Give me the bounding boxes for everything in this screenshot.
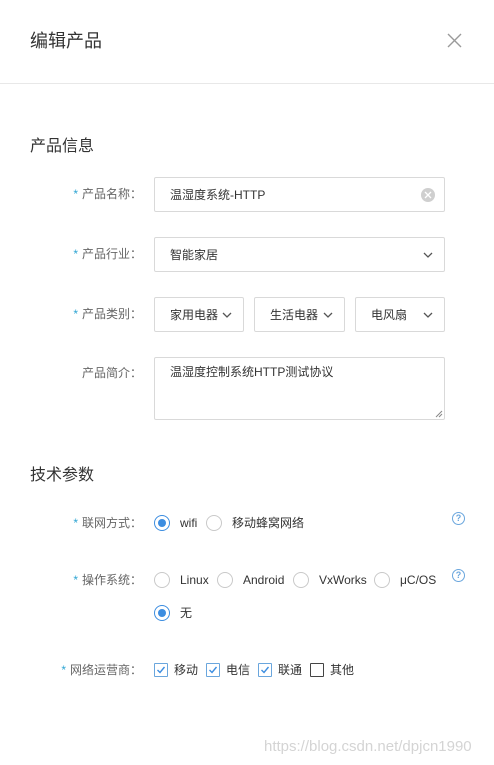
radio-os-ucos[interactable]: [374, 572, 390, 588]
product-industry-label: * 产品行业：: [0, 246, 142, 262]
category-level1-select[interactable]: 家用电器: [154, 297, 244, 332]
carrier-label: * 网络运营商：: [0, 662, 142, 678]
radio-os-ucos-label[interactable]: μC/OS: [400, 572, 436, 588]
radio-network-wifi-label[interactable]: wifi: [180, 515, 197, 531]
product-industry-label-text: 产品行业：: [81, 247, 142, 261]
chevron-down-icon: [323, 312, 333, 318]
watermark: https://blog.csdn.net/dpjcn1990: [264, 738, 472, 755]
checkbox-carrier-other[interactable]: [310, 663, 324, 677]
edit-product-dialog: 编辑产品 产品信息 * 产品名称： 温湿度系统-HTTP * 产品行业： 智能家居 …: [0, 0, 494, 765]
radio-os-linux[interactable]: [154, 572, 170, 588]
radio-os-linux-label[interactable]: Linux: [180, 572, 209, 588]
checkbox-carrier-other-label[interactable]: 其他: [330, 662, 354, 678]
radio-os-none[interactable]: [154, 605, 170, 621]
chevron-down-icon: [423, 312, 433, 318]
category-level2-value: 生活电器: [270, 307, 319, 322]
required-mark: *: [73, 307, 78, 321]
radio-os-none-label[interactable]: 无: [180, 605, 192, 621]
required-mark: *: [73, 187, 78, 201]
required-mark: *: [61, 663, 66, 677]
section-title-product-info: 产品信息: [30, 138, 95, 155]
help-icon[interactable]: ?: [452, 512, 465, 525]
category-level3-value: 电风扇: [371, 307, 408, 322]
required-mark: *: [73, 247, 78, 261]
product-intro-textarea[interactable]: 温湿度控制系统HTTP测试协议: [154, 357, 445, 420]
required-mark: *: [73, 573, 78, 587]
product-industry-select[interactable]: 智能家居: [154, 237, 445, 272]
checkmark-icon: [157, 666, 166, 674]
network-mode-label-text: 联网方式：: [81, 516, 142, 530]
checkbox-carrier-telecom[interactable]: [206, 663, 220, 677]
product-name-value: 温湿度系统-HTTP: [170, 187, 266, 202]
radio-network-cellular[interactable]: [206, 515, 222, 531]
dialog-title: 编辑产品: [30, 31, 102, 51]
checkbox-carrier-unicom[interactable]: [258, 663, 272, 677]
product-category-label: * 产品类别：: [0, 306, 142, 322]
required-mark: *: [73, 516, 78, 530]
radio-os-vxworks[interactable]: [293, 572, 309, 588]
category-level3-select[interactable]: 电风扇: [355, 297, 445, 332]
radio-os-android-label[interactable]: Android: [243, 572, 284, 588]
radio-network-cellular-label[interactable]: 移动蜂窝网络: [232, 515, 304, 531]
carrier-label-text: 网络运营商：: [69, 663, 142, 677]
product-industry-value: 智能家居: [170, 247, 219, 262]
network-mode-label: * 联网方式：: [0, 515, 142, 531]
product-intro-label-text: 产品简介：: [81, 366, 142, 380]
chevron-down-icon: [423, 252, 433, 258]
checkbox-carrier-mobile[interactable]: [154, 663, 168, 677]
checkbox-carrier-telecom-label[interactable]: 电信: [226, 662, 250, 678]
chevron-down-icon: [222, 312, 232, 318]
close-icon[interactable]: [446, 32, 463, 49]
checkmark-icon: [261, 666, 270, 674]
radio-network-wifi[interactable]: [154, 515, 170, 531]
checkbox-carrier-unicom-label[interactable]: 联通: [278, 662, 302, 678]
os-label: * 操作系统：: [0, 572, 142, 588]
product-category-label-text: 产品类别：: [81, 307, 142, 321]
product-name-label-text: 产品名称：: [81, 187, 142, 201]
category-level2-select[interactable]: 生活电器: [254, 297, 345, 332]
product-name-label: * 产品名称：: [0, 186, 142, 202]
product-name-input[interactable]: 温湿度系统-HTTP: [154, 177, 445, 212]
checkbox-carrier-mobile-label[interactable]: 移动: [174, 662, 198, 678]
checkmark-icon: [209, 666, 218, 674]
product-intro-label: 产品简介：: [0, 365, 142, 381]
category-level1-value: 家用电器: [170, 307, 219, 322]
radio-os-vxworks-label[interactable]: VxWorks: [319, 572, 367, 588]
section-title-tech-params: 技术参数: [30, 467, 95, 484]
os-label-text: 操作系统：: [81, 573, 142, 587]
help-icon[interactable]: ?: [452, 569, 465, 582]
radio-os-android[interactable]: [217, 572, 233, 588]
clear-input-icon[interactable]: [421, 187, 435, 202]
dialog-header: 编辑产品: [0, 0, 494, 84]
